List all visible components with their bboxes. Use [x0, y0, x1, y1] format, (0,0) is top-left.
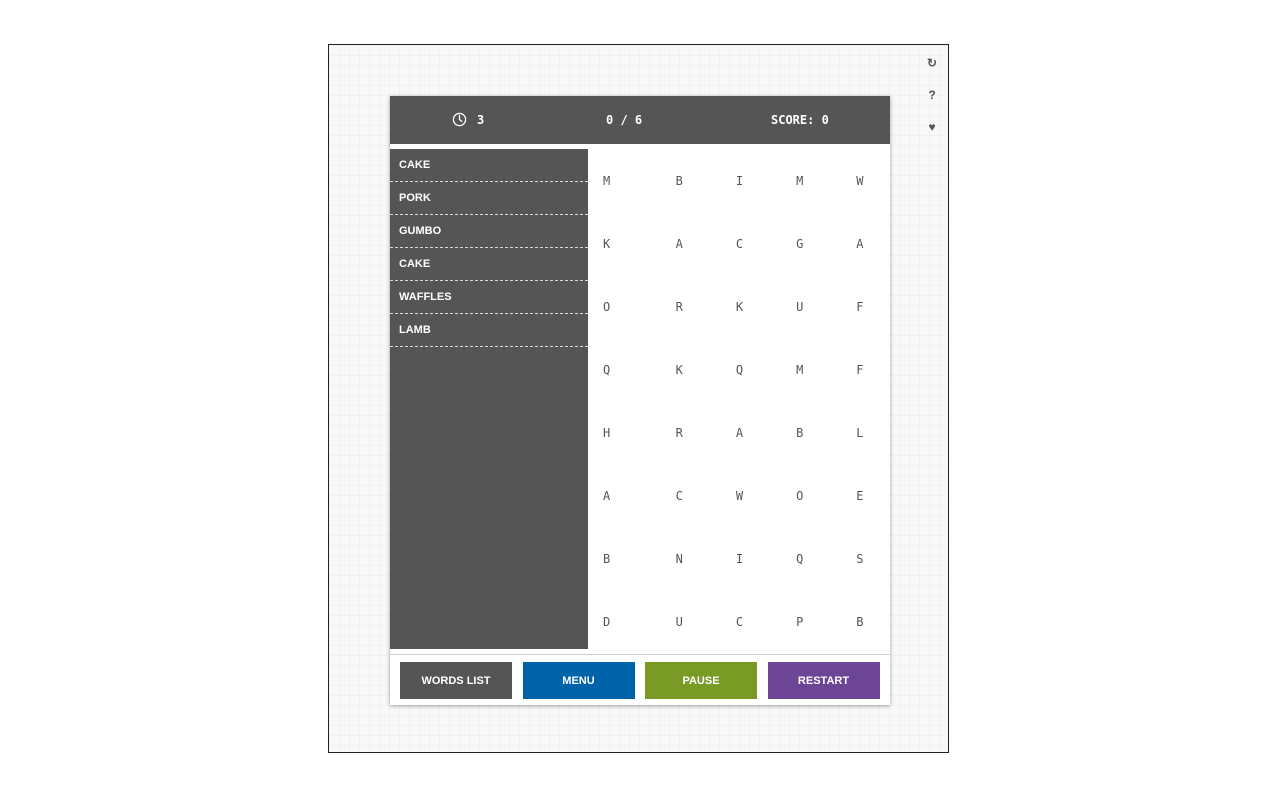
refresh-icon[interactable]: ↻ [924, 55, 940, 71]
grid-letter[interactable]: Q [770, 528, 830, 591]
grid-letter[interactable]: K [589, 212, 649, 275]
grid-letter[interactable]: K [709, 275, 769, 338]
word-search-game: 3 0 / 6 SCORE: 0 CAKE PORK GUMBO CAKE WAFFLE… [390, 96, 890, 705]
button-bar: WORDS LIST MENU PAUSE RESTART [390, 654, 890, 705]
grid-letter[interactable]: C [709, 212, 769, 275]
grid-letter[interactable]: U [770, 275, 830, 338]
timer: 3 [452, 112, 484, 127]
grid-letter[interactable]: R [649, 275, 709, 338]
pause-button[interactable]: PAUSE [645, 662, 757, 699]
grid-letter[interactable]: C [709, 591, 769, 654]
grid-letter[interactable]: R [649, 402, 709, 465]
letter-grid[interactable]: MBIMWKACGAORKUFQKQMFHRABLACWOEBNIQSDUCPB [589, 149, 890, 654]
word-list-item: CAKE [390, 248, 588, 281]
heart-icon[interactable]: ♥ [924, 119, 940, 135]
grid-letter[interactable]: W [830, 149, 890, 212]
word-list-item: GUMBO [390, 215, 588, 248]
grid-letter[interactable]: C [649, 465, 709, 528]
grid-letter[interactable]: S [830, 528, 890, 591]
grid-letter[interactable]: A [649, 212, 709, 275]
grid-letter[interactable]: A [589, 465, 649, 528]
grid-letter[interactable]: N [649, 528, 709, 591]
word-list-item: WAFFLES [390, 281, 588, 314]
menu-button[interactable]: MENU [522, 662, 635, 699]
grid-letter[interactable]: D [589, 591, 649, 654]
grid-letter[interactable]: U [649, 591, 709, 654]
grid-letter[interactable]: F [830, 338, 890, 401]
grid-letter[interactable]: M [589, 149, 649, 212]
timer-value: 3 [477, 112, 485, 127]
grid-letter[interactable]: I [709, 528, 769, 591]
grid-letter[interactable]: B [589, 528, 649, 591]
grid-letter[interactable]: B [649, 149, 709, 212]
grid-letter[interactable]: I [709, 149, 769, 212]
grid-letter[interactable]: O [589, 275, 649, 338]
grid-letter[interactable]: B [830, 591, 890, 654]
grid-letter[interactable]: A [830, 212, 890, 275]
grid-letter[interactable]: G [770, 212, 830, 275]
grid-letter[interactable]: K [649, 338, 709, 401]
words-found-counter: 0 / 6 [606, 113, 643, 127]
help-icon[interactable]: ? [924, 87, 940, 103]
grid-letter[interactable]: M [770, 338, 830, 401]
side-toolbar: ↻ ? ♥ [924, 55, 940, 151]
grid-letter[interactable]: Q [589, 338, 649, 401]
grid-letter[interactable]: L [830, 402, 890, 465]
clock-icon [452, 112, 467, 127]
game-frame: ↻ ? ♥ 3 0 / 6 SCORE: 0 CAKE PORK GUMBO CAKE… [328, 44, 949, 753]
grid-letter[interactable]: F [830, 275, 890, 338]
grid-letter[interactable]: W [709, 465, 769, 528]
words-list-button[interactable]: WORDS LIST [400, 662, 512, 699]
word-list-item: LAMB [390, 314, 588, 347]
status-bar: 3 0 / 6 SCORE: 0 [390, 96, 890, 144]
restart-button[interactable]: RESTART [767, 662, 880, 699]
word-list: CAKE PORK GUMBO CAKE WAFFLES LAMB [390, 149, 588, 649]
word-list-item: PORK [390, 182, 588, 215]
grid-letter[interactable]: H [589, 402, 649, 465]
grid-letter[interactable]: P [770, 591, 830, 654]
score-display: SCORE: 0 [771, 113, 829, 127]
word-list-item: CAKE [390, 149, 588, 182]
grid-letter[interactable]: E [830, 465, 890, 528]
grid-letter[interactable]: M [770, 149, 830, 212]
grid-letter[interactable]: A [709, 402, 769, 465]
grid-letter[interactable]: B [770, 402, 830, 465]
grid-letter[interactable]: Q [709, 338, 769, 401]
grid-letter[interactable]: O [770, 465, 830, 528]
